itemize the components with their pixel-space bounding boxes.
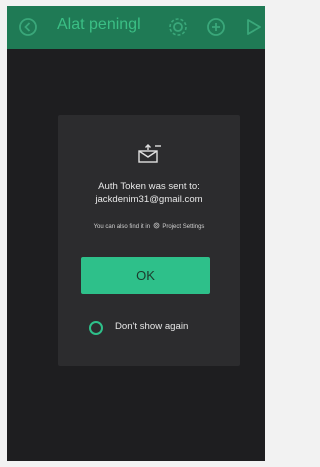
- ok-button[interactable]: OK: [81, 257, 210, 294]
- app-screen: Alat peningl Auth Token was sent to: jac…: [7, 6, 265, 461]
- gear-icon: [153, 222, 160, 229]
- mail-sent-icon: [138, 144, 161, 163]
- project-title[interactable]: Alat peningl: [57, 16, 155, 34]
- dialog-email: jackdenim31@gmail.com: [95, 194, 203, 205]
- dont-show-again-radio[interactable]: [89, 321, 103, 335]
- back-circle-icon[interactable]: [18, 17, 38, 37]
- hint-text-after: Project Settings: [162, 224, 205, 230]
- dont-show-again-label[interactable]: Don't show again: [115, 321, 188, 332]
- play-icon[interactable]: [243, 17, 263, 37]
- top-bar: Alat peningl: [7, 6, 265, 49]
- hint-text-before: You can also find it in: [93, 224, 151, 230]
- dialog-title-line1: Auth Token was sent to:: [98, 181, 200, 192]
- auth-token-dialog: Auth Token was sent to: jackdenim31@gmai…: [58, 115, 240, 366]
- dialog-hint: You can also find it in Project Settings: [58, 222, 240, 230]
- add-circle-icon[interactable]: [206, 17, 226, 37]
- settings-icon[interactable]: [168, 17, 188, 37]
